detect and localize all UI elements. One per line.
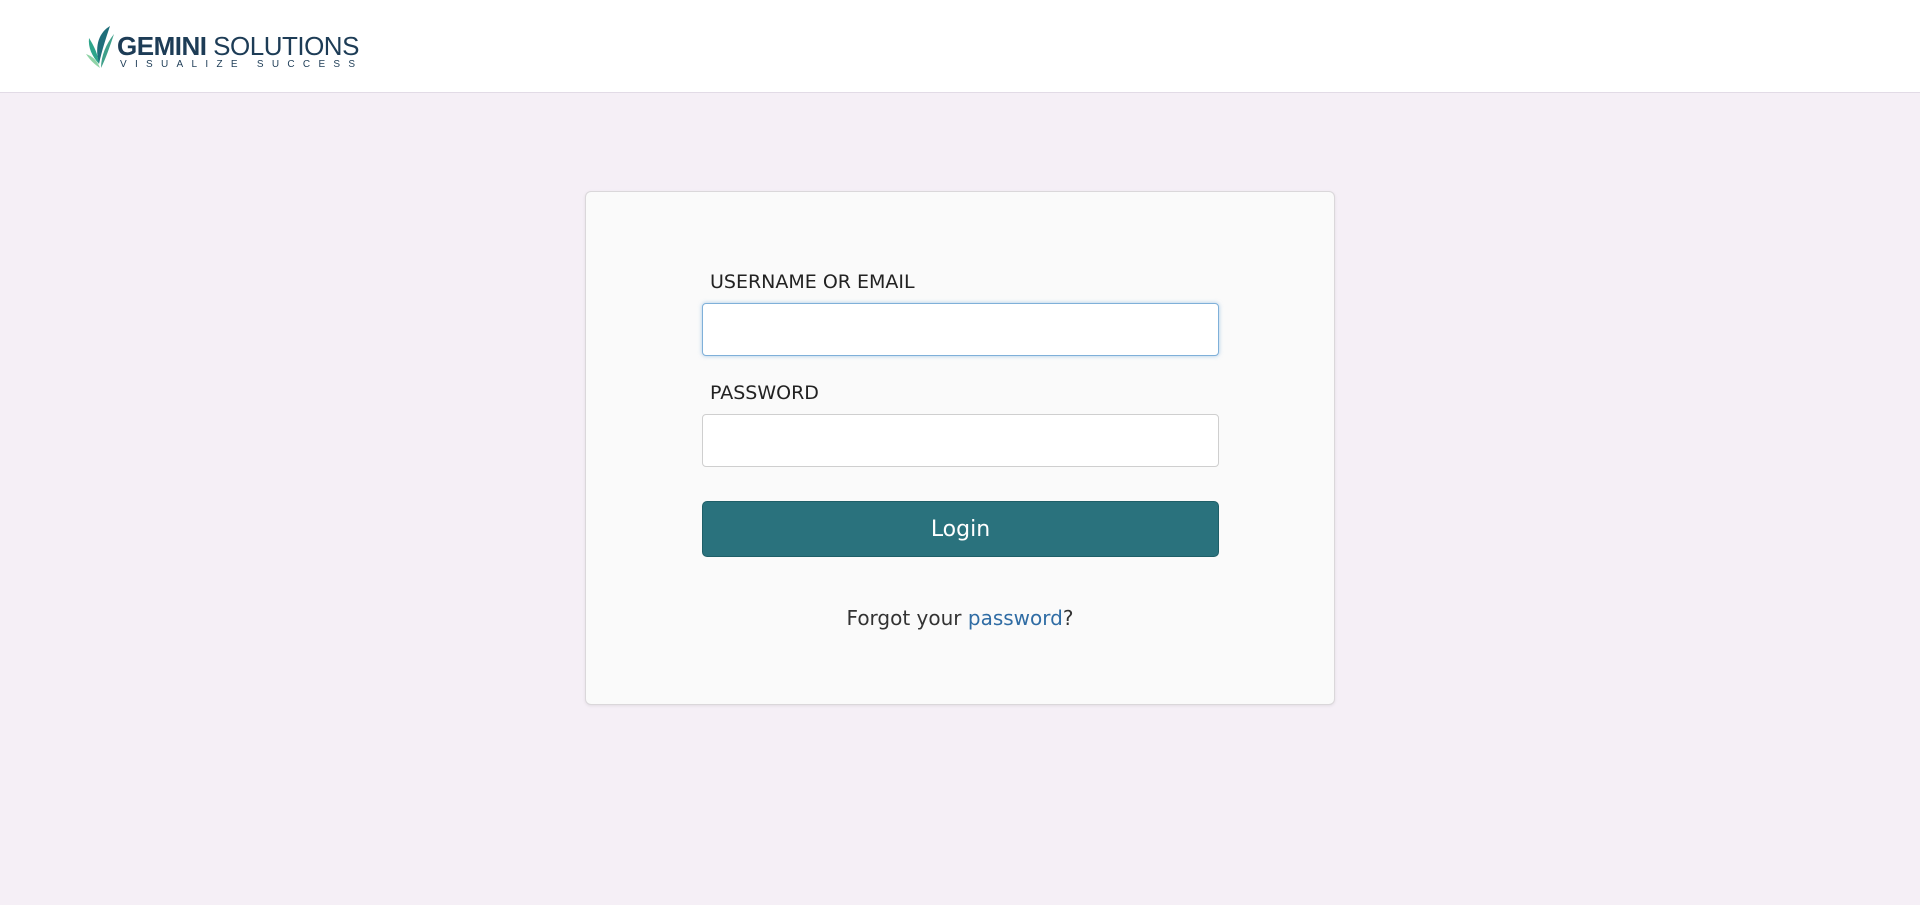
logo-tagline: VISUALIZE SUCCESS [120, 59, 364, 70]
login-button[interactable]: Login [702, 501, 1219, 557]
logo-name-bold: GEMINI [117, 31, 207, 61]
logo-wordmark: GEMINI SOLUTIONS VISUALIZE SUCCESS [117, 33, 363, 71]
password-label: PASSWORD [710, 382, 819, 404]
username-label: USERNAME OR EMAIL [710, 271, 915, 293]
forgot-password-text: Forgot your password? [586, 606, 1334, 630]
password-input[interactable] [702, 414, 1219, 467]
login-card: USERNAME OR EMAIL PASSWORD Login Forgot … [585, 191, 1335, 705]
forgot-password-link[interactable]: password [968, 606, 1063, 630]
forgot-prefix: Forgot your [846, 606, 968, 630]
forgot-suffix: ? [1062, 606, 1074, 630]
leaf-logo-icon [86, 26, 114, 68]
top-header: GEMINI SOLUTIONS VISUALIZE SUCCESS [0, 0, 1920, 93]
logo-name-regular: SOLUTIONS [206, 31, 359, 61]
username-input[interactable] [702, 303, 1219, 356]
company-logo[interactable]: GEMINI SOLUTIONS VISUALIZE SUCCESS [86, 24, 363, 74]
